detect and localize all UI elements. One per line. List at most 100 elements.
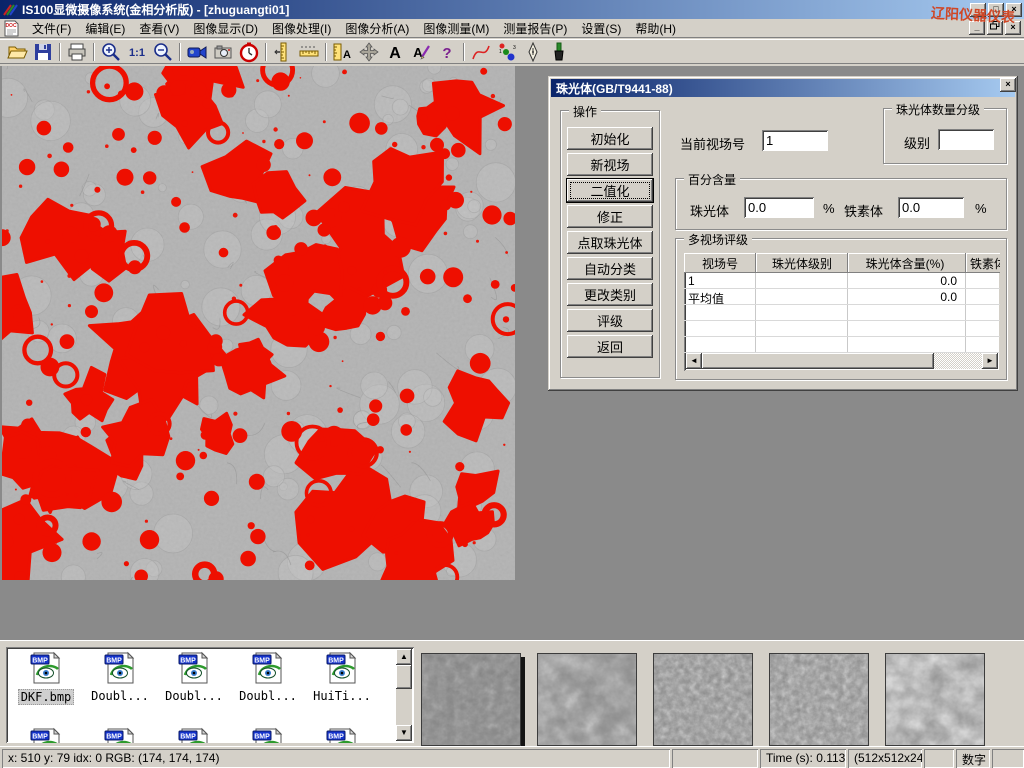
file-vertical-scrollbar[interactable]: ▲ ▼ — [396, 649, 412, 741]
file-item[interactable]: BMP DKF.bmp — [9, 651, 83, 727]
brush-tool-button[interactable] — [546, 41, 572, 63]
cell-ferrite — [966, 289, 1000, 304]
thumbnail-1[interactable] — [421, 653, 521, 746]
caliper-button[interactable] — [270, 41, 296, 63]
menu-edit[interactable]: 编辑(E) — [78, 19, 132, 38]
menu-view[interactable]: 查看(V) — [132, 19, 186, 38]
cell-level — [756, 273, 848, 288]
file-item[interactable]: BMP Doubl... — [157, 651, 231, 727]
scrollbar-track[interactable] — [934, 353, 982, 369]
camera-capture-button[interactable] — [210, 41, 236, 63]
mdi-minimize-button[interactable]: _ — [969, 21, 985, 35]
table-header-row: 视场号 珠光体级别 珠光体含量(%) 铁素体含量(%) — [684, 253, 1000, 273]
status-blank-1 — [672, 749, 758, 768]
pearlite-dialog: 珠光体(GB/T9441-88) × 操作 初始化 新视场 二值化 修正 点取珠… — [548, 76, 1018, 391]
return-button[interactable]: 返回 — [567, 335, 653, 358]
level-label: 级别 — [904, 133, 930, 152]
file-item[interactable]: BMP Doubl... — [83, 651, 157, 727]
correct-button[interactable]: 修正 — [567, 205, 653, 228]
count-points-button[interactable]: 13 — [494, 41, 520, 63]
scroll-right-icon[interactable]: ► — [982, 353, 998, 369]
zoom-out-button[interactable] — [150, 41, 176, 63]
menu-image-display[interactable]: 图像显示(D) — [186, 19, 265, 38]
close-button[interactable]: × — [1006, 3, 1022, 17]
move-button[interactable] — [356, 41, 382, 63]
file-item-partial[interactable]: BMP — [231, 727, 305, 743]
save-button[interactable] — [30, 41, 56, 63]
menu-image-analysis[interactable]: 图像分析(A) — [338, 19, 416, 38]
mdi-close-button[interactable]: × — [1005, 21, 1021, 35]
toolbar-separator — [265, 43, 267, 61]
scrollbar-thumb[interactable] — [396, 665, 412, 689]
scroll-down-icon[interactable]: ▼ — [396, 725, 412, 741]
toolbar-separator — [463, 43, 465, 61]
minimize-button[interactable]: _ — [970, 3, 986, 17]
new-field-button[interactable]: 新视场 — [567, 153, 653, 176]
scroll-left-icon[interactable]: ◄ — [686, 353, 702, 369]
menu-image-measure[interactable]: 图像测量(M) — [416, 19, 496, 38]
thumbnail-3[interactable] — [653, 653, 753, 746]
menu-image-process[interactable]: 图像处理(I) — [265, 19, 338, 38]
init-button[interactable]: 初始化 — [567, 127, 653, 150]
binarize-button[interactable]: 二值化 — [567, 179, 653, 202]
measure-text-button[interactable]: A — [330, 41, 356, 63]
change-class-button[interactable]: 更改类别 — [567, 283, 653, 306]
file-browser[interactable]: BMP DKF.bmp BMP Doubl... BMP — [6, 647, 414, 743]
open-button[interactable] — [4, 41, 30, 63]
current-field-input[interactable] — [762, 130, 828, 151]
maximize-button[interactable]: □ — [988, 3, 1004, 17]
thumbnail-5[interactable] — [885, 653, 985, 746]
svg-text:?: ? — [442, 45, 451, 62]
file-item[interactable]: BMP HuiTi... — [305, 651, 379, 727]
ruler-icon — [298, 41, 320, 63]
file-item-partial[interactable]: BMP — [157, 727, 231, 743]
document-icon[interactable]: DOC — [3, 20, 21, 37]
mdi-restore-button[interactable] — [987, 21, 1003, 35]
video-capture-button[interactable] — [184, 41, 210, 63]
dialog-title-bar: 珠光体(GB/T9441-88) — [551, 79, 1015, 97]
curve-tool-button[interactable] — [468, 41, 494, 63]
micrograph-image[interactable] — [2, 66, 515, 580]
help-button[interactable]: ? — [434, 41, 460, 63]
text-a-icon: A — [384, 41, 406, 63]
dialog-close-button[interactable]: × — [1000, 78, 1016, 92]
dialog-title: 珠光体(GB/T9441-88) — [556, 80, 673, 97]
timer-button[interactable] — [236, 41, 262, 63]
print-button[interactable] — [64, 41, 90, 63]
operation-group-label: 操作 — [569, 103, 601, 120]
pick-pearlite-button[interactable]: 点取珠光体 — [567, 231, 653, 254]
pen-tool-button[interactable] — [520, 41, 546, 63]
menu-help[interactable]: 帮助(H) — [628, 19, 683, 38]
table-row[interactable]: 平均值 0.0 — [684, 289, 1000, 305]
zoom-in-button[interactable] — [98, 41, 124, 63]
rating-table[interactable]: 视场号 珠光体级别 珠光体含量(%) 铁素体含量(%) 1 0.0 平均值 0.… — [684, 253, 1000, 371]
status-blank-3 — [992, 749, 1024, 768]
auto-classify-button[interactable]: 自动分类 — [567, 257, 653, 280]
file-label: DKF.bmp — [18, 689, 75, 705]
table-row[interactable]: 1 0.0 — [684, 273, 1000, 289]
file-item-partial[interactable]: BMP — [9, 727, 83, 743]
menu-settings[interactable]: 设置(S) — [574, 19, 628, 38]
menu-bar: DOC 文件(F) 编辑(E) 查看(V) 图像显示(D) 图像处理(I) 图像… — [0, 19, 1024, 38]
scrollbar-thumb[interactable] — [702, 353, 934, 369]
col-field-number: 视场号 — [684, 253, 756, 273]
thumbnail-4[interactable] — [769, 653, 869, 746]
pearlite-input[interactable] — [744, 197, 814, 218]
ruler-button[interactable] — [296, 41, 322, 63]
stopwatch-icon — [238, 41, 260, 63]
col-pearlite-level: 珠光体级别 — [756, 253, 848, 273]
table-horizontal-scrollbar[interactable]: ◄ ► — [686, 353, 998, 369]
one-to-one-button[interactable]: 1:1 — [124, 41, 150, 63]
scroll-up-icon[interactable]: ▲ — [396, 649, 412, 665]
text-edit-button[interactable]: A — [408, 41, 434, 63]
menu-measure-report[interactable]: 测量报告(P) — [496, 19, 574, 38]
rate-button[interactable]: 评级 — [567, 309, 653, 332]
file-item[interactable]: BMP Doubl... — [231, 651, 305, 727]
file-item-partial[interactable]: BMP — [83, 727, 157, 743]
text-button[interactable]: A — [382, 41, 408, 63]
menu-file[interactable]: 文件(F) — [25, 19, 78, 38]
file-item-partial[interactable]: BMP — [305, 727, 379, 743]
level-input[interactable] — [938, 129, 994, 150]
thumbnail-2[interactable] — [537, 653, 637, 746]
ferrite-input[interactable] — [898, 197, 964, 218]
